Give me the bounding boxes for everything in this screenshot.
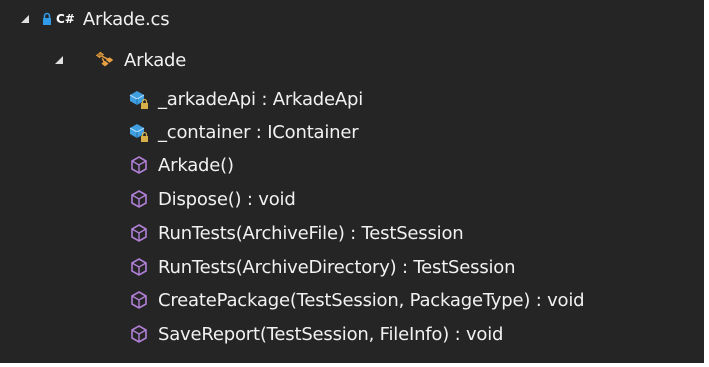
lock-icon xyxy=(42,8,52,30)
class-icon xyxy=(94,49,116,71)
private-field-icon xyxy=(128,88,150,110)
method-icon xyxy=(128,256,150,278)
file-name: Arkade.cs xyxy=(82,8,170,30)
csharp-icon: C# xyxy=(56,12,75,26)
tree-node-field[interactable]: _arkadeApi : ArkadeApi xyxy=(0,82,704,116)
tree-node-method[interactable]: CreatePackage(TestSession, PackageType) … xyxy=(0,283,704,317)
member-label: Arkade() xyxy=(158,154,234,176)
member-label: RunTests(ArchiveFile) : TestSession xyxy=(158,222,464,244)
tree-node-method[interactable]: RunTests(ArchiveDirectory) : TestSession xyxy=(0,250,704,284)
method-icon xyxy=(128,154,150,176)
method-icon xyxy=(128,289,150,311)
tree-node-method[interactable]: Dispose() : void xyxy=(0,182,704,216)
tree-node-method[interactable]: Arkade() xyxy=(0,148,704,182)
member-label: _container : IContainer xyxy=(158,121,359,143)
method-icon xyxy=(128,222,150,244)
tree-node-class[interactable]: Arkade xyxy=(0,43,704,77)
member-label: SaveReport(TestSession, FileInfo) : void xyxy=(158,323,504,345)
method-icon xyxy=(128,188,150,210)
expanded-arrow-icon[interactable] xyxy=(18,12,32,26)
method-icon xyxy=(128,323,150,345)
private-field-icon xyxy=(128,121,150,143)
tree-node-field[interactable]: _container : IContainer xyxy=(0,115,704,149)
member-label: CreatePackage(TestSession, PackageType) … xyxy=(158,289,585,311)
class-name: Arkade xyxy=(124,49,187,71)
tree-node-method[interactable]: SaveReport(TestSession, FileInfo) : void xyxy=(0,317,704,351)
member-label: _arkadeApi : ArkadeApi xyxy=(158,88,364,110)
member-label: Dispose() : void xyxy=(158,188,296,210)
solution-explorer-tree: C# Arkade.cs Arkade _arkadeApi: ArkadeA… xyxy=(0,0,704,363)
tree-node-method[interactable]: RunTests(ArchiveFile) : TestSession xyxy=(0,216,704,250)
member-label: RunTests(ArchiveDirectory) : TestSession xyxy=(158,256,516,278)
tree-node-file[interactable]: C# Arkade.cs xyxy=(0,2,704,36)
expanded-arrow-icon[interactable] xyxy=(52,53,66,67)
